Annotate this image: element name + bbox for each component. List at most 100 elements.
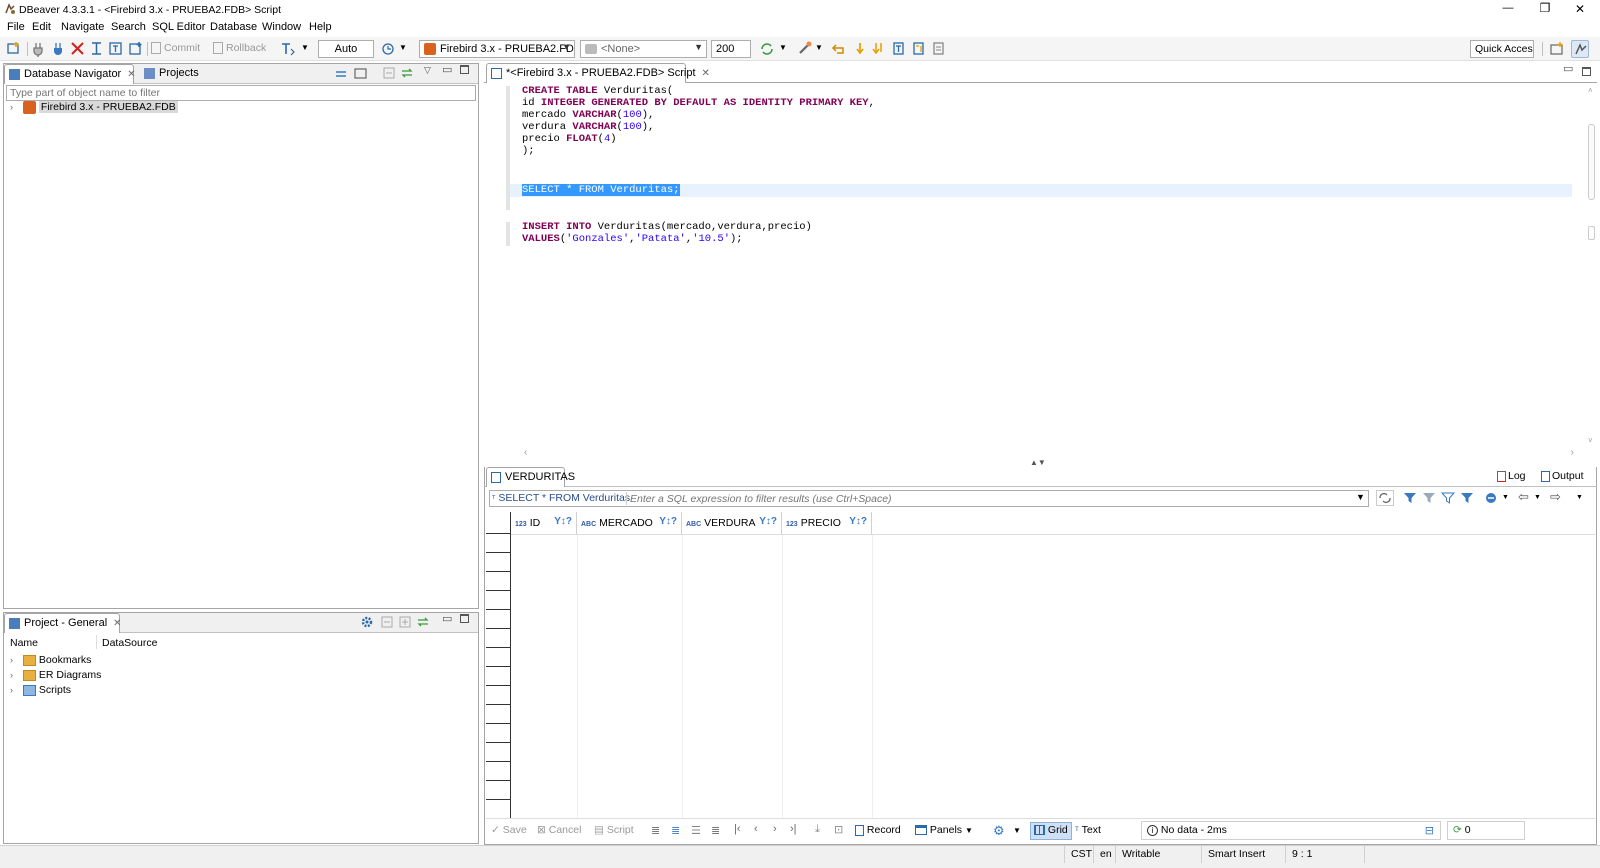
refresh-results-icon[interactable]	[1376, 490, 1394, 506]
results-grid[interactable]	[486, 512, 1595, 818]
record-button[interactable]: Record	[855, 824, 901, 840]
menu-database[interactable]: Database	[210, 21, 257, 33]
tab-database-navigator[interactable]: Database Navigator ✕	[4, 64, 136, 84]
close-icon[interactable]: ✕	[113, 618, 121, 629]
collapse-all-icon[interactable]	[382, 66, 396, 80]
menu-search[interactable]: Search	[111, 21, 146, 33]
column-header-id[interactable]: 123 ID Y↕?	[511, 512, 577, 534]
back-arrow-icon[interactable]: ⇦	[1518, 489, 1529, 505]
quick-access-input[interactable]: Quick Access	[1470, 40, 1534, 58]
view-menu-icon[interactable]: ▽	[424, 65, 431, 76]
close-window-button[interactable]: ✕	[1568, 0, 1592, 19]
tools-dropdown-icon[interactable]: ▼	[815, 43, 823, 52]
grid-view-toggle[interactable]: Grid	[1030, 822, 1072, 840]
maximize-view-icon[interactable]	[1582, 67, 1591, 76]
tab-results-verduritas[interactable]: VERDURITAS	[486, 467, 575, 487]
transaction-mode-dropdown-icon[interactable]: ▼	[301, 43, 309, 52]
log-button[interactable]: Log	[1497, 470, 1526, 482]
close-icon[interactable]: ✕	[702, 68, 710, 79]
code-line-5[interactable]: precio FLOAT(4)	[522, 133, 617, 145]
maximize-view-icon[interactable]	[460, 614, 469, 623]
open-perspective-icon[interactable]	[1548, 40, 1566, 58]
forward-dropdown-icon[interactable]: ▼	[1576, 494, 1583, 501]
filter-icon[interactable]	[1460, 491, 1474, 505]
row-header-cell[interactable]	[486, 629, 511, 648]
row-header-cell[interactable]	[486, 686, 511, 705]
format-sql-icon[interactable]	[890, 40, 908, 58]
save-button[interactable]: ✓ Save	[491, 824, 527, 840]
menu-help[interactable]: Help	[309, 21, 332, 33]
edit-row-icon[interactable]: ≣	[651, 824, 660, 837]
last-page-icon[interactable]: ›|	[790, 823, 797, 835]
navigator-filter-input[interactable]	[6, 85, 476, 101]
splitter-toggle-icon[interactable]: ▲▼	[1030, 458, 1046, 467]
gear-icon[interactable]	[360, 615, 374, 629]
cancel-button[interactable]: ⊠ Cancel	[537, 824, 581, 840]
delete-row-icon[interactable]: ≣	[711, 824, 720, 837]
chevron-right-icon[interactable]: ›	[10, 685, 20, 695]
active-schema-select[interactable]: <None> ▼	[580, 40, 707, 58]
apply-filter-icon[interactable]	[1403, 491, 1417, 505]
tab-projects[interactable]: Projects	[140, 64, 207, 84]
navigate-icon[interactable]	[1484, 491, 1498, 505]
result-limit-input[interactable]: 200	[711, 40, 751, 58]
transaction-mode-field[interactable]: Auto	[318, 40, 374, 58]
tools-icon[interactable]	[796, 40, 814, 58]
project-item-bookmarks[interactable]: › Bookmarks	[10, 654, 91, 670]
row-header-cell[interactable]	[486, 572, 511, 591]
back-history-icon[interactable]	[830, 40, 848, 58]
close-icon[interactable]: ✕	[127, 69, 135, 80]
filter-settings-icon[interactable]	[1440, 491, 1456, 505]
fetch-next-icon[interactable]: ⤓	[815, 823, 820, 836]
execute-statement-icon[interactable]	[852, 40, 870, 58]
row-header-cell[interactable]	[486, 781, 511, 800]
connect-icon[interactable]	[30, 40, 48, 58]
tree-item-connection[interactable]: › Firebird 3.x - PRUEBA2.FDB	[10, 101, 178, 117]
menu-window[interactable]: Window	[262, 21, 301, 33]
refresh-icon[interactable]	[758, 40, 776, 58]
gear-icon[interactable]: ⚙	[993, 823, 1005, 839]
code-line-6[interactable]: );	[522, 145, 535, 157]
column-filter-icon[interactable]: Y↕?	[659, 516, 677, 527]
row-header-cell[interactable]	[486, 800, 511, 819]
sync-icon[interactable]	[416, 615, 430, 629]
first-page-icon[interactable]: |‹	[734, 823, 741, 835]
collapse-all-icon[interactable]	[380, 615, 394, 629]
link-with-editor-icon[interactable]	[334, 66, 348, 80]
row-header-cell[interactable]	[486, 553, 511, 572]
add-row-icon[interactable]: ≣	[671, 824, 680, 837]
column-header-precio[interactable]: 123 PRECIO Y↕?	[782, 512, 872, 534]
row-header-cell[interactable]	[486, 724, 511, 743]
column-name-header[interactable]: Name	[10, 637, 38, 649]
script-button[interactable]: ▤ Script	[594, 824, 634, 840]
row-header-cell[interactable]	[486, 591, 511, 610]
settings-dropdown-icon[interactable]: ▼	[1013, 826, 1021, 835]
explain-plan-icon[interactable]	[910, 40, 928, 58]
new-connection-icon[interactable]	[5, 40, 23, 58]
copy-row-icon[interactable]: ☰	[691, 824, 701, 837]
fetch-all-icon[interactable]: ⊡	[834, 823, 843, 836]
reconnect-icon[interactable]	[50, 40, 68, 58]
disconnect-icon[interactable]	[69, 40, 87, 58]
query-text-label[interactable]: ᵀ SELECT * FROM Verduritas	[492, 492, 630, 504]
transaction-mode-icon[interactable]	[279, 40, 297, 58]
editor-vertical-scrollbar[interactable]: ˄ ˅	[1586, 86, 1597, 448]
tab-project-general[interactable]: Project - General ✕	[4, 613, 122, 633]
navigate-dropdown-icon[interactable]: ▼	[1502, 494, 1509, 501]
column-filter-icon[interactable]: Y↕?	[759, 516, 777, 527]
filter-history-dropdown-icon[interactable]: ▼	[1356, 492, 1365, 502]
row-header-cell[interactable]	[486, 610, 511, 629]
row-header-cell[interactable]	[486, 743, 511, 762]
forward-arrow-icon[interactable]: ⇨	[1550, 489, 1561, 505]
sql-editor-icon[interactable]	[88, 40, 106, 58]
sync-icon[interactable]	[400, 66, 414, 80]
minimize-button[interactable]: —	[1496, 0, 1520, 19]
chevron-right-icon[interactable]: ›	[10, 670, 20, 680]
chevron-right-icon[interactable]: ›	[10, 655, 20, 665]
back-dropdown-icon[interactable]: ▼	[1534, 494, 1541, 501]
execute-script-icon[interactable]	[870, 40, 888, 58]
menu-sql-editor[interactable]: SQL Editor	[152, 21, 205, 33]
output-button[interactable]: Output	[1541, 470, 1584, 482]
code-line-12[interactable]: INSERT INTO Verduritas(mercado,verdura,p…	[522, 221, 812, 233]
menu-file[interactable]: File	[7, 21, 25, 33]
